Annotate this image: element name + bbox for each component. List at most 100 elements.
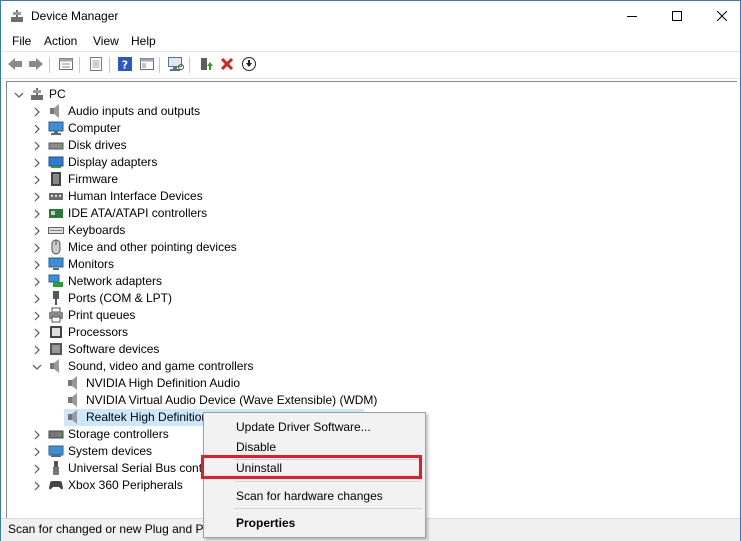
uninstall-device-button[interactable] bbox=[218, 56, 236, 74]
tree-item-label: Print queues bbox=[68, 308, 136, 322]
tree-category[interactable]: Print queues bbox=[7, 307, 727, 324]
speaker-icon bbox=[66, 392, 82, 408]
maximize-icon bbox=[672, 11, 682, 21]
back-button[interactable] bbox=[6, 56, 24, 74]
chevron-right-icon[interactable] bbox=[32, 157, 42, 168]
menu-update-driver[interactable]: Update Driver Software... bbox=[204, 417, 425, 437]
chevron-right-icon[interactable] bbox=[32, 208, 42, 219]
tree-device[interactable]: NVIDIA Virtual Audio Device (Wave Extens… bbox=[7, 392, 727, 409]
console-tree-button[interactable] bbox=[138, 56, 156, 74]
back-arrow-icon bbox=[7, 57, 23, 74]
tree-root-pc[interactable]: PC bbox=[7, 86, 727, 103]
processor-icon bbox=[48, 324, 64, 340]
chevron-right-icon[interactable] bbox=[32, 344, 42, 355]
tree-category[interactable]: Firmware bbox=[7, 171, 727, 188]
tree-item-label: Keyboards bbox=[68, 223, 126, 237]
tree-item-label: IDE ATA/ATAPI controllers bbox=[68, 206, 208, 220]
chevron-right-icon[interactable] bbox=[32, 123, 42, 134]
keyboard-icon bbox=[48, 222, 64, 238]
svg-text:?: ? bbox=[122, 58, 128, 71]
maximize-button[interactable] bbox=[654, 1, 700, 31]
tree-category[interactable]: Mice and other pointing devices bbox=[7, 239, 727, 256]
chevron-right-icon[interactable] bbox=[32, 463, 42, 474]
tree-category[interactable]: Display adapters bbox=[7, 154, 727, 171]
close-icon bbox=[717, 11, 727, 21]
properties-button[interactable] bbox=[57, 56, 75, 74]
tree-item-label: Xbox 360 Peripherals bbox=[68, 478, 183, 492]
chevron-right-icon[interactable] bbox=[32, 225, 42, 236]
chevron-right-icon[interactable] bbox=[32, 446, 42, 457]
menu-disable[interactable]: Disable bbox=[204, 437, 425, 457]
chevron-right-icon[interactable] bbox=[32, 174, 42, 185]
tree-category[interactable]: Disk drives bbox=[7, 137, 727, 154]
gamepad-icon bbox=[48, 477, 64, 493]
properties-sheet-icon bbox=[58, 56, 74, 75]
monitor-icon bbox=[48, 256, 64, 272]
printer-icon bbox=[48, 307, 64, 323]
tree-item-label: Human Interface Devices bbox=[68, 189, 203, 203]
close-button[interactable] bbox=[699, 1, 741, 31]
tree-category[interactable]: Software devices bbox=[7, 341, 727, 358]
menu-scan-hardware[interactable]: Scan for hardware changes bbox=[204, 486, 425, 506]
chevron-right-icon[interactable] bbox=[32, 140, 42, 151]
menu-update-driver-label: Update Driver Software... bbox=[236, 420, 371, 434]
help-icon: ? bbox=[117, 56, 133, 75]
tree-category[interactable]: Ports (COM & LPT) bbox=[7, 290, 727, 307]
tree-item-label: Computer bbox=[68, 121, 121, 135]
tree-category[interactable]: IDE ATA/ATAPI controllers bbox=[7, 205, 727, 222]
menu-help[interactable]: Help bbox=[131, 34, 156, 48]
menu-properties[interactable]: Properties bbox=[204, 513, 425, 533]
network-adapter-icon bbox=[48, 273, 64, 289]
storage-controller-icon bbox=[48, 426, 64, 442]
scan-hardware-icon bbox=[167, 56, 185, 75]
menu-file[interactable]: File bbox=[12, 34, 31, 48]
tree-category[interactable]: Computer bbox=[7, 120, 727, 137]
chevron-right-icon[interactable] bbox=[32, 429, 42, 440]
chevron-right-icon[interactable] bbox=[32, 480, 42, 491]
help-button[interactable]: ? bbox=[116, 56, 134, 74]
menu-action[interactable]: Action bbox=[44, 34, 77, 48]
menu-view[interactable]: View bbox=[93, 34, 119, 48]
tree-item-label: Ports (COM & LPT) bbox=[68, 291, 173, 305]
update-driver-button[interactable] bbox=[197, 56, 215, 74]
chevron-right-icon[interactable] bbox=[32, 106, 42, 117]
usb-icon bbox=[48, 460, 64, 476]
forward-button[interactable] bbox=[27, 56, 45, 74]
tree-category[interactable]: Network adapters bbox=[7, 273, 727, 290]
download-icon bbox=[241, 56, 257, 75]
tree-item-label: Display adapters bbox=[68, 155, 158, 169]
tree-device[interactable]: NVIDIA High Definition Audio bbox=[7, 375, 727, 392]
menu-scan-hardware-label: Scan for hardware changes bbox=[236, 489, 383, 503]
chevron-down-icon[interactable] bbox=[32, 361, 42, 371]
tree-item-label: Storage controllers bbox=[68, 427, 169, 441]
chevron-down-icon[interactable] bbox=[14, 89, 24, 99]
tree-category[interactable]: Sound, video and game controllers bbox=[7, 358, 727, 375]
menu-disable-label: Disable bbox=[236, 440, 277, 454]
enable-device-button[interactable] bbox=[240, 56, 258, 74]
chevron-right-icon[interactable] bbox=[32, 327, 42, 338]
port-icon bbox=[48, 290, 64, 306]
chevron-right-icon[interactable] bbox=[32, 191, 42, 202]
chevron-right-icon[interactable] bbox=[32, 259, 42, 270]
chevron-right-icon[interactable] bbox=[32, 310, 42, 321]
tree-category[interactable]: Monitors bbox=[7, 256, 727, 273]
system-device-icon bbox=[48, 443, 64, 459]
tree-category[interactable]: Human Interface Devices bbox=[7, 188, 727, 205]
speaker-icon bbox=[66, 409, 82, 425]
tree-item-label: Sound, video and game controllers bbox=[68, 359, 254, 373]
chevron-right-icon[interactable] bbox=[32, 276, 42, 287]
tree-item-label: NVIDIA Virtual Audio Device (Wave Extens… bbox=[86, 393, 378, 407]
chevron-right-icon[interactable] bbox=[32, 293, 42, 304]
tree-category[interactable]: Processors bbox=[7, 324, 727, 341]
uninstall-x-icon bbox=[220, 57, 234, 74]
scan-hardware-button[interactable] bbox=[167, 56, 185, 74]
tree-category[interactable]: Keyboards bbox=[7, 222, 727, 239]
show-hidden-button[interactable] bbox=[87, 56, 105, 74]
ide-controller-icon bbox=[48, 205, 64, 221]
display-adapter-icon bbox=[48, 154, 64, 170]
tree-category[interactable]: Audio inputs and outputs bbox=[7, 103, 727, 120]
chevron-right-icon[interactable] bbox=[32, 242, 42, 253]
tree-item-label: System devices bbox=[68, 444, 153, 458]
minimize-button[interactable] bbox=[609, 1, 655, 31]
tree-item-label: Audio inputs and outputs bbox=[68, 104, 201, 118]
